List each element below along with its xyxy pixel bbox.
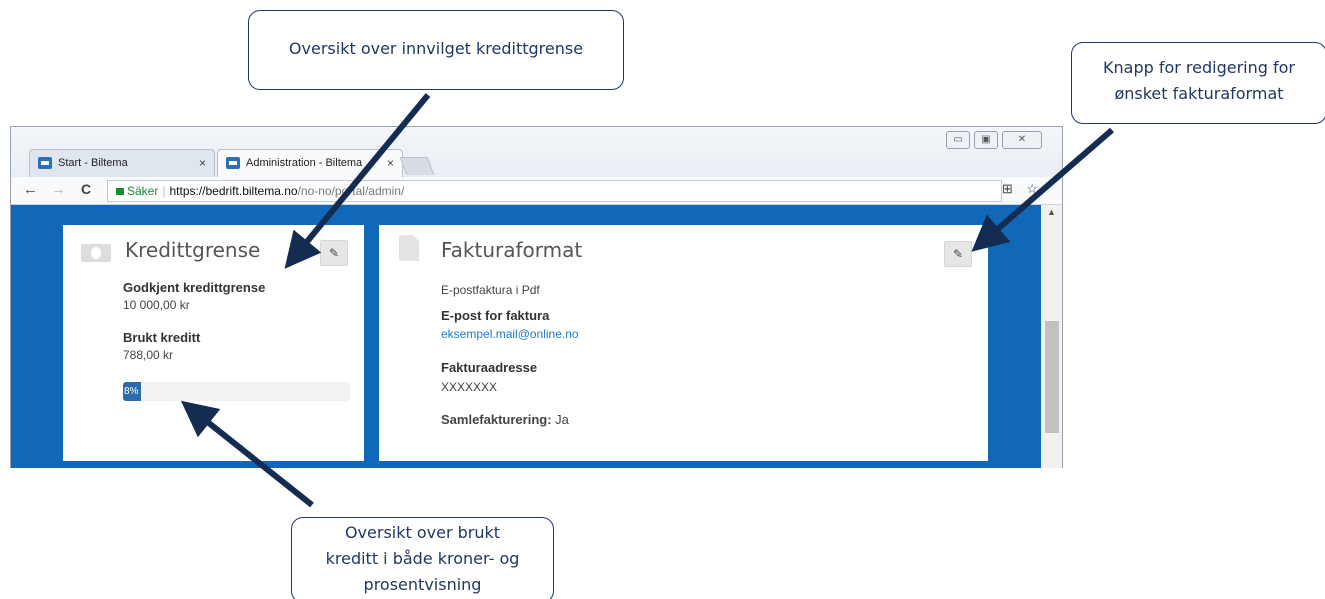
arrow-to-edit-button xyxy=(971,127,1114,252)
arrow-to-credit-title xyxy=(284,93,431,269)
callout-arrows xyxy=(180,93,1114,508)
arrow-to-progress-bar xyxy=(180,400,314,508)
